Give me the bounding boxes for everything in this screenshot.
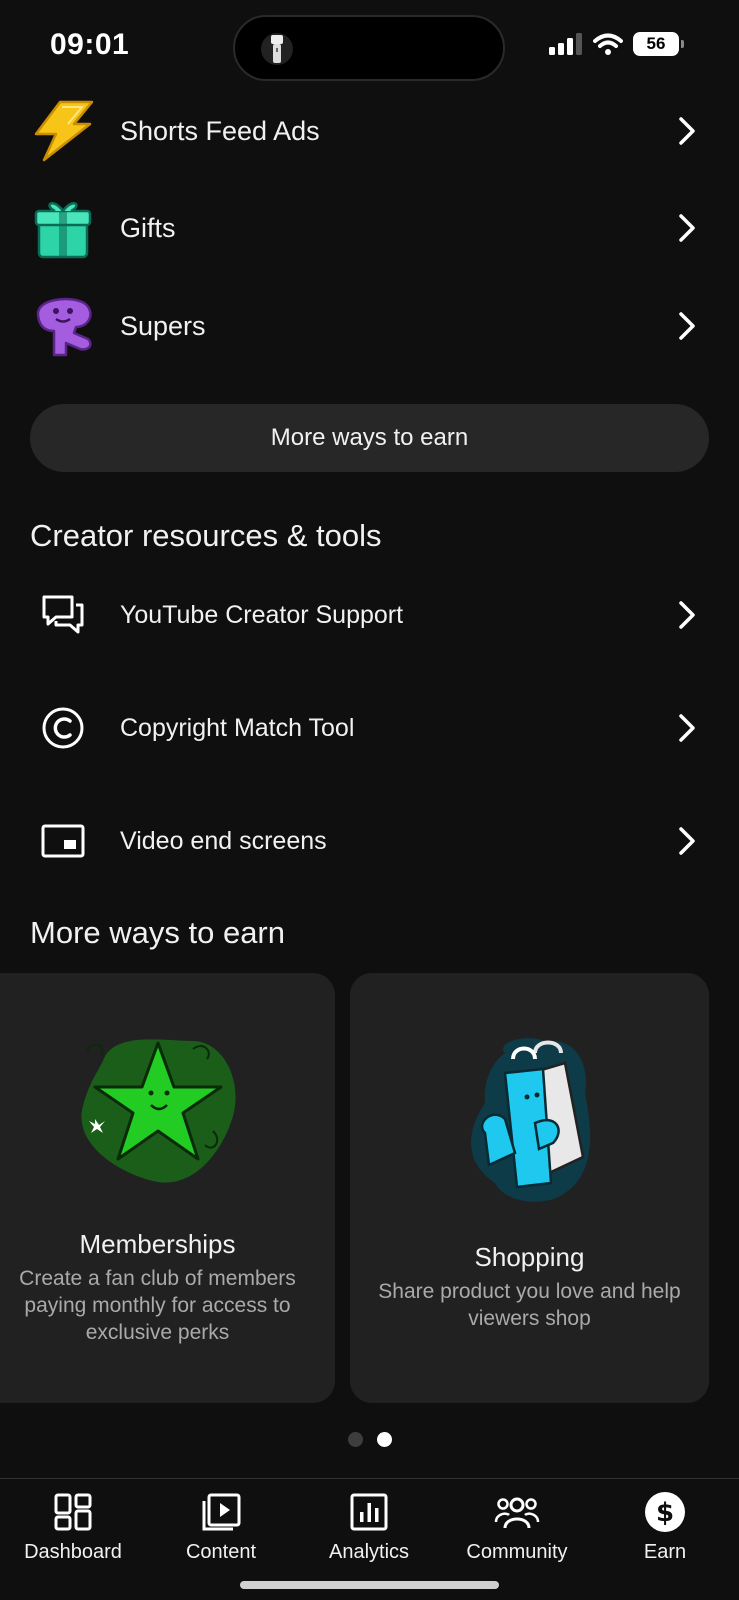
copyright-icon: [38, 703, 88, 753]
earn-item-label: Gifts: [120, 212, 176, 243]
shopping-card[interactable]: Shopping Share product you love and help…: [350, 973, 709, 1403]
tool-item-label: YouTube Creator Support: [120, 600, 404, 629]
nav-content[interactable]: Content: [151, 1489, 291, 1564]
nav-earn[interactable]: $ Earn: [595, 1489, 735, 1564]
card-title: Shopping: [474, 1242, 585, 1272]
earn-item-label: Supers: [120, 310, 206, 341]
flashlight-icon: [261, 33, 293, 65]
shopping-bag-illustration: [470, 1038, 590, 1202]
earn-item-supers[interactable]: Supers: [0, 290, 739, 362]
chevron-right-icon: [679, 827, 695, 855]
card-title: Memberships: [79, 1229, 236, 1259]
svg-text:$: $: [656, 1498, 674, 1528]
dynamic-island: [233, 15, 505, 81]
earn-item-gifts[interactable]: Gifts: [0, 192, 739, 264]
tool-item-copyright-match[interactable]: Copyright Match Tool: [0, 695, 739, 761]
chevron-right-icon: [679, 214, 695, 242]
gift-icon: [30, 195, 96, 261]
status-bar: 09:01 56: [0, 0, 739, 96]
nav-community[interactable]: Community: [447, 1489, 587, 1564]
nav-label: Dashboard: [24, 1541, 122, 1563]
content-icon: [198, 1489, 244, 1535]
nav-label: Earn: [643, 1541, 687, 1563]
lightning-bolt-icon: [30, 98, 96, 164]
chevron-right-icon: [679, 601, 695, 629]
home-indicator: [240, 1581, 499, 1589]
nav-dashboard[interactable]: Dashboard: [3, 1489, 143, 1564]
carousel-pagination: [0, 1432, 739, 1447]
memberships-star-illustration: [80, 1039, 236, 1183]
chevron-right-icon: [679, 714, 695, 742]
tool-item-video-end-screens[interactable]: Video end screens: [0, 808, 739, 874]
card-description: Create a fan club of members paying mont…: [19, 1267, 296, 1344]
signal-icon: [549, 33, 582, 55]
nav-label: Content: [185, 1541, 257, 1563]
card-description: Share product you love and help viewers …: [378, 1280, 681, 1330]
nav-analytics[interactable]: Analytics: [299, 1489, 439, 1564]
status-icons: 56: [549, 32, 684, 56]
chat-bubbles-icon: [38, 590, 88, 640]
earn-icon: $: [642, 1489, 688, 1535]
analytics-icon: [346, 1489, 392, 1535]
battery-indicator: 56: [633, 32, 684, 56]
carousel-dot-1[interactable]: [347, 1432, 363, 1447]
tool-item-label: Video end screens: [120, 826, 327, 855]
carousel-dot-2[interactable]: [376, 1432, 392, 1447]
more-ways-to-earn-button[interactable]: More ways to earn: [30, 404, 709, 472]
status-time: 09:01: [50, 28, 130, 61]
earn-item-label: Shorts Feed Ads: [120, 115, 320, 146]
memberships-card[interactable]: Memberships Create a fan club of members…: [0, 973, 335, 1403]
creator-resources-title: Creator resources & tools: [30, 518, 382, 553]
dashboard-icon: [50, 1489, 96, 1535]
nav-label: Community: [466, 1541, 568, 1563]
supers-icon: [30, 293, 96, 359]
community-icon: [494, 1489, 540, 1535]
more-ways-section-title: More ways to earn: [30, 915, 285, 950]
wifi-icon: [593, 33, 623, 55]
end-screen-icon: [38, 816, 88, 866]
chevron-right-icon: [679, 117, 695, 145]
chevron-right-icon: [679, 312, 695, 340]
tool-item-creator-support[interactable]: YouTube Creator Support: [0, 582, 739, 648]
tool-item-label: Copyright Match Tool: [120, 713, 355, 742]
earn-item-shorts-feed-ads[interactable]: Shorts Feed Ads: [0, 95, 739, 167]
nav-label: Analytics: [328, 1541, 410, 1563]
